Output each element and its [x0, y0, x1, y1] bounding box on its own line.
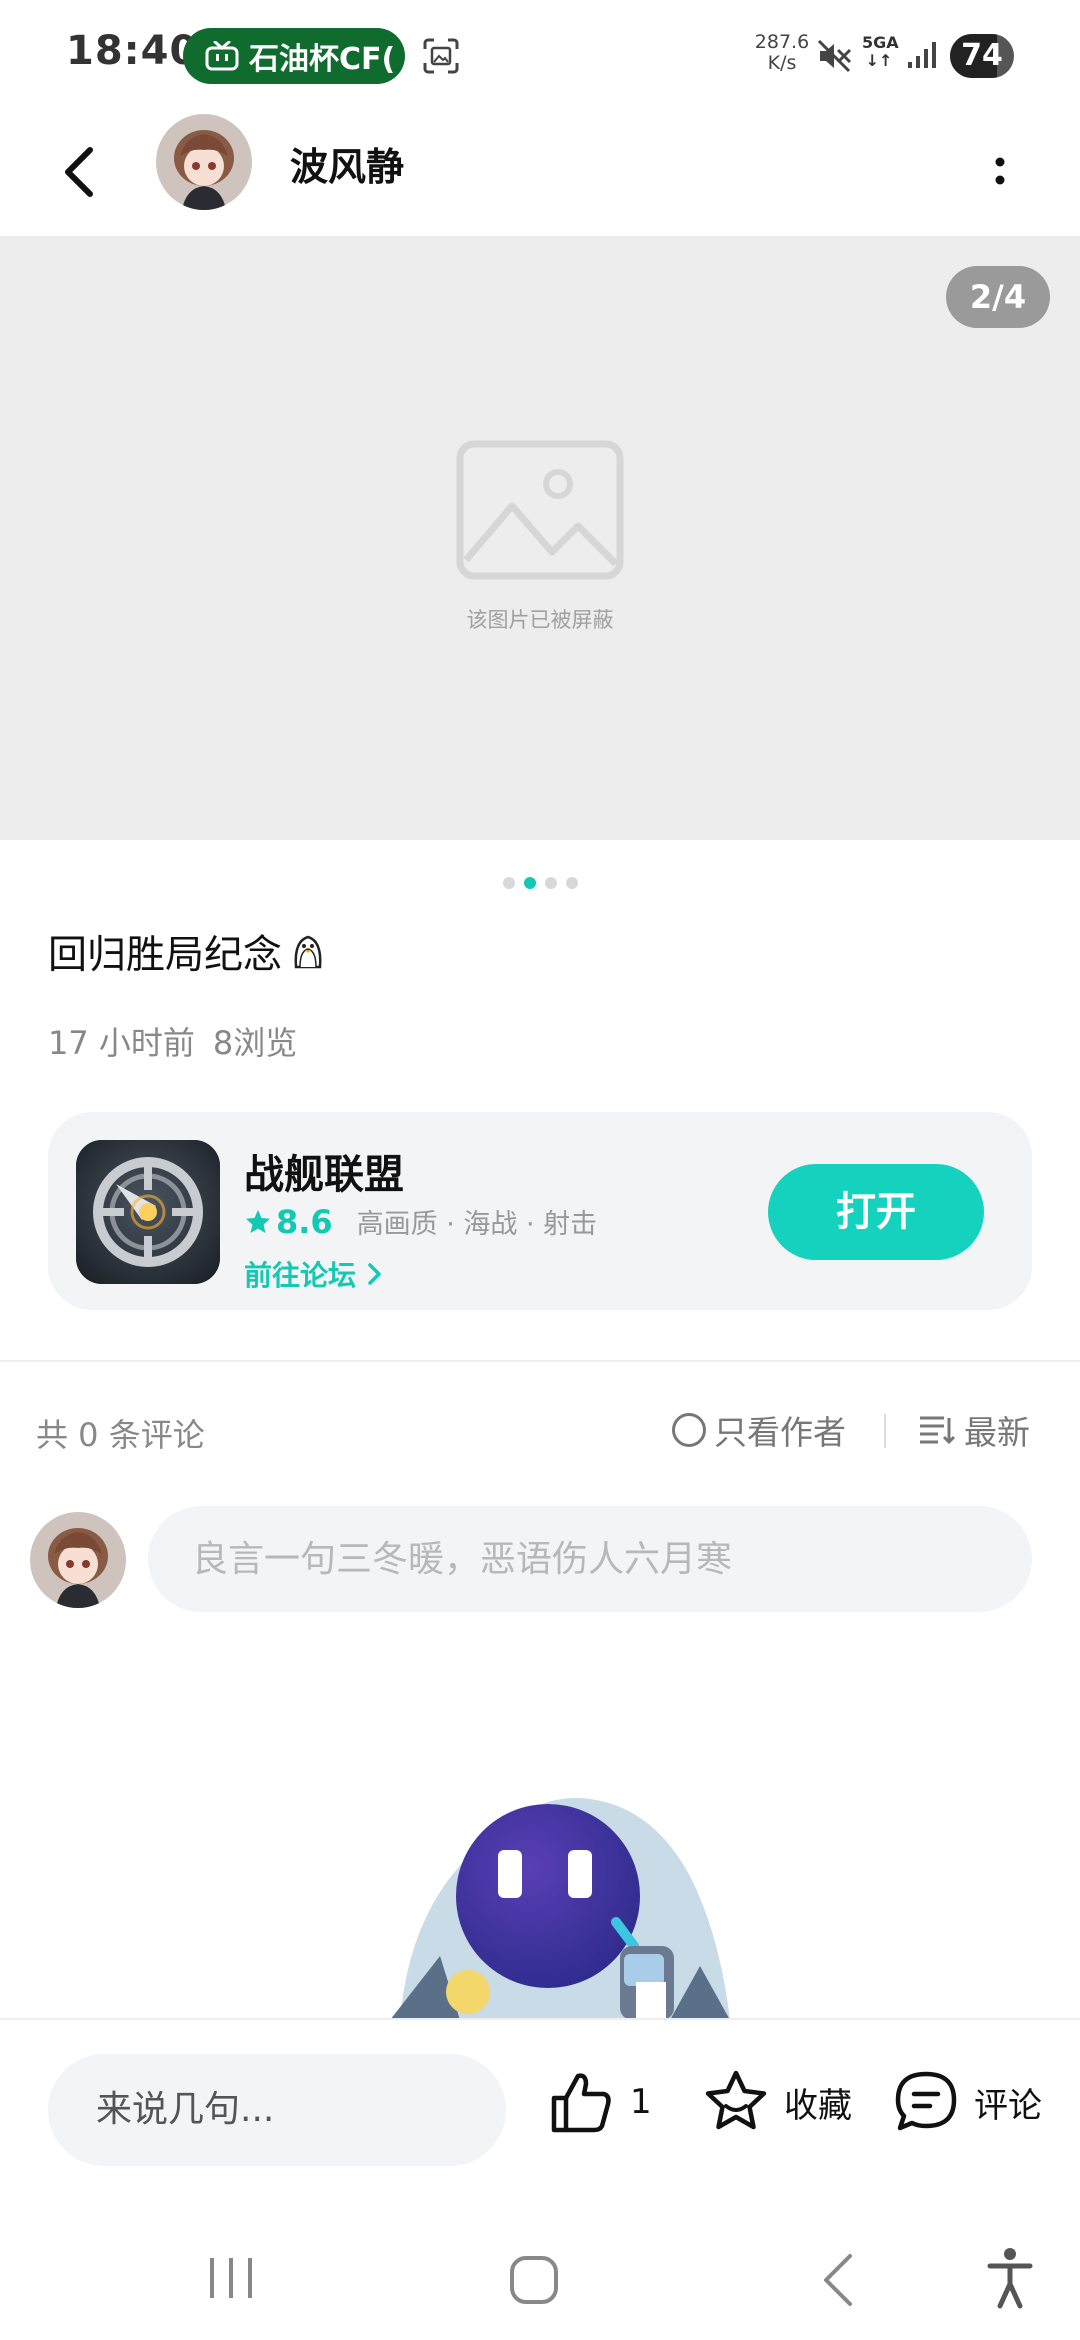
live-activity-pill[interactable]: 石油杯CF( [183, 28, 405, 84]
network-type: 5GA ↓↑ [862, 33, 899, 70]
post-views: 8浏览 [212, 1024, 298, 1062]
blocked-image-text: 该图片已被屏蔽 [466, 608, 614, 632]
comment-button[interactable]: 评论 [892, 2068, 1042, 2136]
mute-icon [817, 39, 852, 73]
image-viewer[interactable]: 2/4 该图片已被屏蔽 [0, 236, 1080, 840]
like-button[interactable]: 1 [548, 2068, 652, 2136]
live-pill-text: 石油杯CF( [249, 42, 396, 77]
page-indicator-badge: 2/4 [946, 266, 1050, 328]
author-only-label: 只看作者 [714, 1413, 846, 1452]
empty-state-mascot [390, 1797, 730, 2020]
comment-input[interactable] [148, 1506, 1032, 1612]
thumbs-up-icon [551, 2073, 611, 2133]
post-title-text: 回归胜局纪念 [48, 933, 283, 978]
post-header: 波风静 [0, 112, 1080, 236]
chevron-right-icon [368, 1263, 381, 1285]
carousel-dots [0, 877, 1080, 889]
app-card[interactable]: 战舰联盟 8.6 高画质 · 海战 · 射击 前往论坛 打开 [48, 1112, 1032, 1310]
back-arrow-icon[interactable] [50, 132, 110, 212]
battery-level: 74 [961, 38, 1003, 73]
post-time: 17 小时前 [48, 1024, 195, 1062]
favorite-star-icon [705, 2070, 767, 2130]
carousel-dot [502, 877, 515, 889]
sort-divider [884, 1414, 886, 1448]
battery-indicator: 74 [950, 34, 1014, 78]
system-navigation-bar [0, 2216, 1080, 2340]
say-something-input[interactable]: 来说几句... [48, 2054, 506, 2166]
accessibility-icon[interactable] [986, 2246, 1034, 2310]
recents-icon[interactable] [206, 2254, 256, 2302]
my-avatar [30, 1512, 126, 1608]
favorite-label: 收藏 [784, 2085, 852, 2126]
app-rating-row: 8.6 高画质 · 海战 · 射击 [244, 1202, 597, 1241]
app-name[interactable]: 战舰联盟 [244, 1142, 404, 1200]
status-bar: 18:40 石油杯CF( 287.6 K/s 5GA ↓↑ 74 [0, 0, 1080, 112]
home-icon[interactable] [508, 2254, 560, 2306]
bottom-action-bar: 来说几句... 1 收藏 评论 [0, 2018, 1080, 2216]
like-count: 1 [630, 2082, 652, 2122]
forum-link-label: 前往论坛 [244, 1259, 357, 1292]
signal-icon [908, 42, 936, 68]
carousel-dot [544, 877, 557, 889]
data-arrows-icon: ↓↑ [865, 51, 893, 70]
author-avatar[interactable] [156, 114, 252, 210]
comment-bubble-icon [895, 2071, 957, 2131]
sort-label: 最新 [964, 1413, 1030, 1452]
app-icon[interactable] [76, 1140, 220, 1284]
image-placeholder-icon [456, 440, 624, 580]
penguin-emoji-icon [294, 935, 322, 969]
section-divider [0, 1360, 1080, 1362]
sort-newest-button[interactable]: 最新 [918, 1406, 1030, 1454]
radio-circle-icon [672, 1413, 706, 1447]
app-tags: 高画质 · 海战 · 射击 [356, 1209, 598, 1240]
carousel-dot [565, 877, 578, 889]
comment-count: 共 0 条评论 [36, 1416, 205, 1454]
author-name[interactable]: 波风静 [290, 136, 404, 191]
post-title: 回归胜局纪念 [48, 924, 326, 980]
author-only-toggle[interactable]: 只看作者 [672, 1406, 846, 1454]
comment-label: 评论 [974, 2085, 1042, 2126]
post-meta: 17 小时前 8浏览 [48, 1018, 297, 1064]
star-icon [246, 1209, 270, 1233]
status-time: 18:40 [66, 28, 199, 74]
back-nav-icon[interactable] [818, 2252, 858, 2308]
open-app-button[interactable]: 打开 [768, 1164, 984, 1260]
forum-link[interactable]: 前往论坛 [244, 1254, 384, 1294]
sort-icon [920, 1416, 956, 1445]
tv-icon [205, 41, 239, 71]
more-vertical-icon[interactable] [980, 132, 1020, 212]
carousel-dot-active [523, 877, 536, 889]
network-speed: 287.6 K/s [754, 31, 810, 74]
app-rating: 8.6 [276, 1202, 333, 1241]
favorite-button[interactable]: 收藏 [702, 2068, 852, 2136]
screenshot-icon [423, 38, 459, 74]
